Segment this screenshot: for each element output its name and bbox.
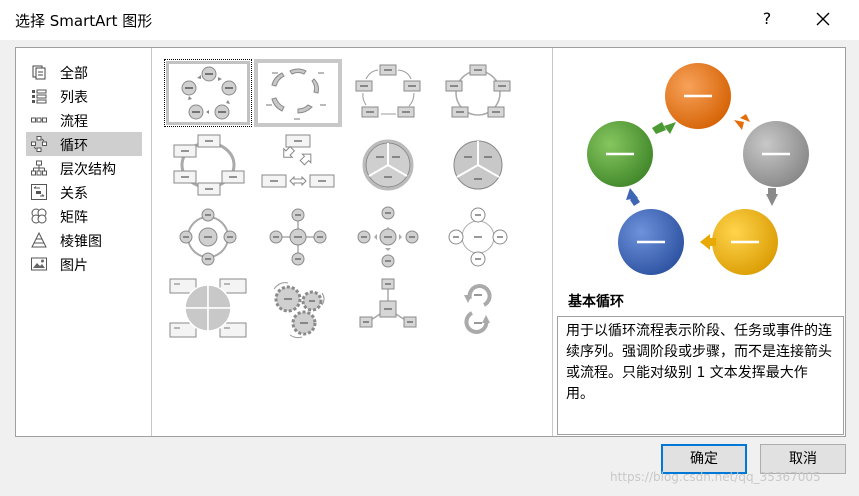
layout-cycle-matrix[interactable] [164, 275, 252, 343]
category-label: 列表 [60, 90, 88, 106]
watermark: https://blog.csdn.net/qq_35367005 [610, 470, 821, 484]
title-bar: 选择 SmartArt 图形 ? [0, 0, 859, 40]
help-button[interactable]: ? [752, 4, 782, 34]
pyramid-icon [31, 232, 47, 248]
layout-radial-cluster[interactable] [344, 275, 432, 343]
radial-cluster-thumbnail [359, 278, 417, 328]
category-label: 层次结构 [60, 162, 116, 178]
cycle-node-orange [665, 63, 731, 129]
main-panel: 全部 列表 流程 循环 层次结构 关系 矩阵 棱锥图 图片 基本循环 用于以循环… [15, 47, 846, 437]
layout-basic-pie[interactable] [434, 131, 522, 199]
matrix-icon [31, 208, 47, 224]
hierarchy-icon [31, 160, 47, 176]
radial-venn-thumbnail [448, 207, 508, 267]
category-label: 流程 [60, 114, 88, 130]
layout-circular-arrows[interactable] [434, 275, 522, 343]
category-cycle[interactable]: 循环 [26, 132, 142, 156]
radial-cycle-thumbnail [179, 208, 237, 266]
cycle-matrix-thumbnail [169, 278, 247, 338]
close-icon [816, 12, 830, 26]
dialog-title: 选择 SmartArt 图形 [15, 12, 153, 30]
text-cycle-thumbnail [266, 68, 326, 120]
close-button[interactable] [808, 4, 838, 34]
category-label: 矩阵 [60, 210, 88, 226]
layout-block-cycle[interactable] [344, 59, 432, 127]
arrow-gray [766, 188, 778, 206]
category-relationship[interactable]: 关系 [26, 180, 142, 204]
category-label: 关系 [60, 186, 88, 202]
layout-nondirectional-cycle[interactable] [434, 59, 522, 127]
preview-title: 基本循环 [568, 294, 624, 310]
basic-cycle-thumbnail [181, 66, 237, 120]
cycle-node-yellow [712, 209, 778, 275]
category-label: 图片 [60, 258, 88, 274]
arrow-blue [626, 188, 640, 206]
list-icon [32, 89, 47, 104]
layout-radial-venn[interactable] [434, 203, 522, 271]
category-pyramid[interactable]: 棱锥图 [26, 228, 142, 252]
layout-gear[interactable] [254, 275, 342, 343]
gear-thumbnail [273, 282, 325, 339]
category-list-type[interactable]: 列表 [26, 84, 142, 108]
category-label: 全部 [60, 66, 88, 82]
layout-text-cycle[interactable] [254, 59, 342, 127]
preview-description: 用于以循环流程表示阶段、任务或事件的连续序列。强调阶段或步骤，而不是连接箭头或流… [557, 316, 844, 435]
category-picture[interactable]: 图片 [26, 252, 142, 276]
arrow-green [652, 122, 676, 134]
diverging-radial-thumbnail [357, 206, 419, 268]
process-icon [31, 117, 47, 123]
cycle-node-blue [618, 209, 684, 275]
segmented-cycle-thumbnail [362, 139, 414, 191]
layout-basic-radial[interactable] [254, 203, 342, 271]
arrow-orange [734, 114, 750, 130]
category-label: 棱锥图 [60, 234, 102, 250]
category-list: 全部 列表 流程 循环 层次结构 关系 矩阵 棱锥图 图片 [16, 48, 152, 436]
layout-gallery [153, 48, 553, 436]
layout-basic-cycle[interactable] [164, 59, 252, 127]
category-all[interactable]: 全部 [26, 60, 142, 84]
layout-radial-cycle[interactable] [164, 203, 252, 271]
preview-pane: 基本循环 用于以循环流程表示阶段、任务或事件的连续序列。强调阶段或步骤，而不是连… [554, 48, 846, 436]
preview-diagram [587, 63, 809, 275]
all-icon [32, 65, 46, 80]
continuous-cycle-thumbnail [173, 134, 245, 196]
basic-pie-thumbnail [453, 140, 503, 190]
basic-radial-thumbnail [269, 208, 327, 266]
category-label: 循环 [60, 138, 88, 154]
cycle-node-green [587, 121, 653, 187]
multidirectional-cycle-thumbnail [261, 134, 335, 188]
category-matrix[interactable]: 矩阵 [26, 204, 142, 228]
layout-continuous-cycle[interactable] [164, 131, 252, 199]
relationship-icon [31, 184, 47, 200]
picture-icon [31, 257, 47, 271]
block-cycle-thumbnail [355, 64, 421, 118]
layout-multidirectional-cycle[interactable] [254, 131, 342, 199]
layout-segmented-cycle[interactable] [344, 131, 432, 199]
cycle-node-gray [743, 121, 809, 187]
category-process[interactable]: 流程 [26, 108, 142, 132]
category-hierarchy[interactable]: 层次结构 [26, 156, 142, 180]
cycle-icon [31, 136, 47, 152]
circular-arrows-thumbnail [464, 284, 492, 334]
layout-diverging-radial[interactable] [344, 203, 432, 271]
nondirectional-cycle-thumbnail [445, 64, 511, 118]
